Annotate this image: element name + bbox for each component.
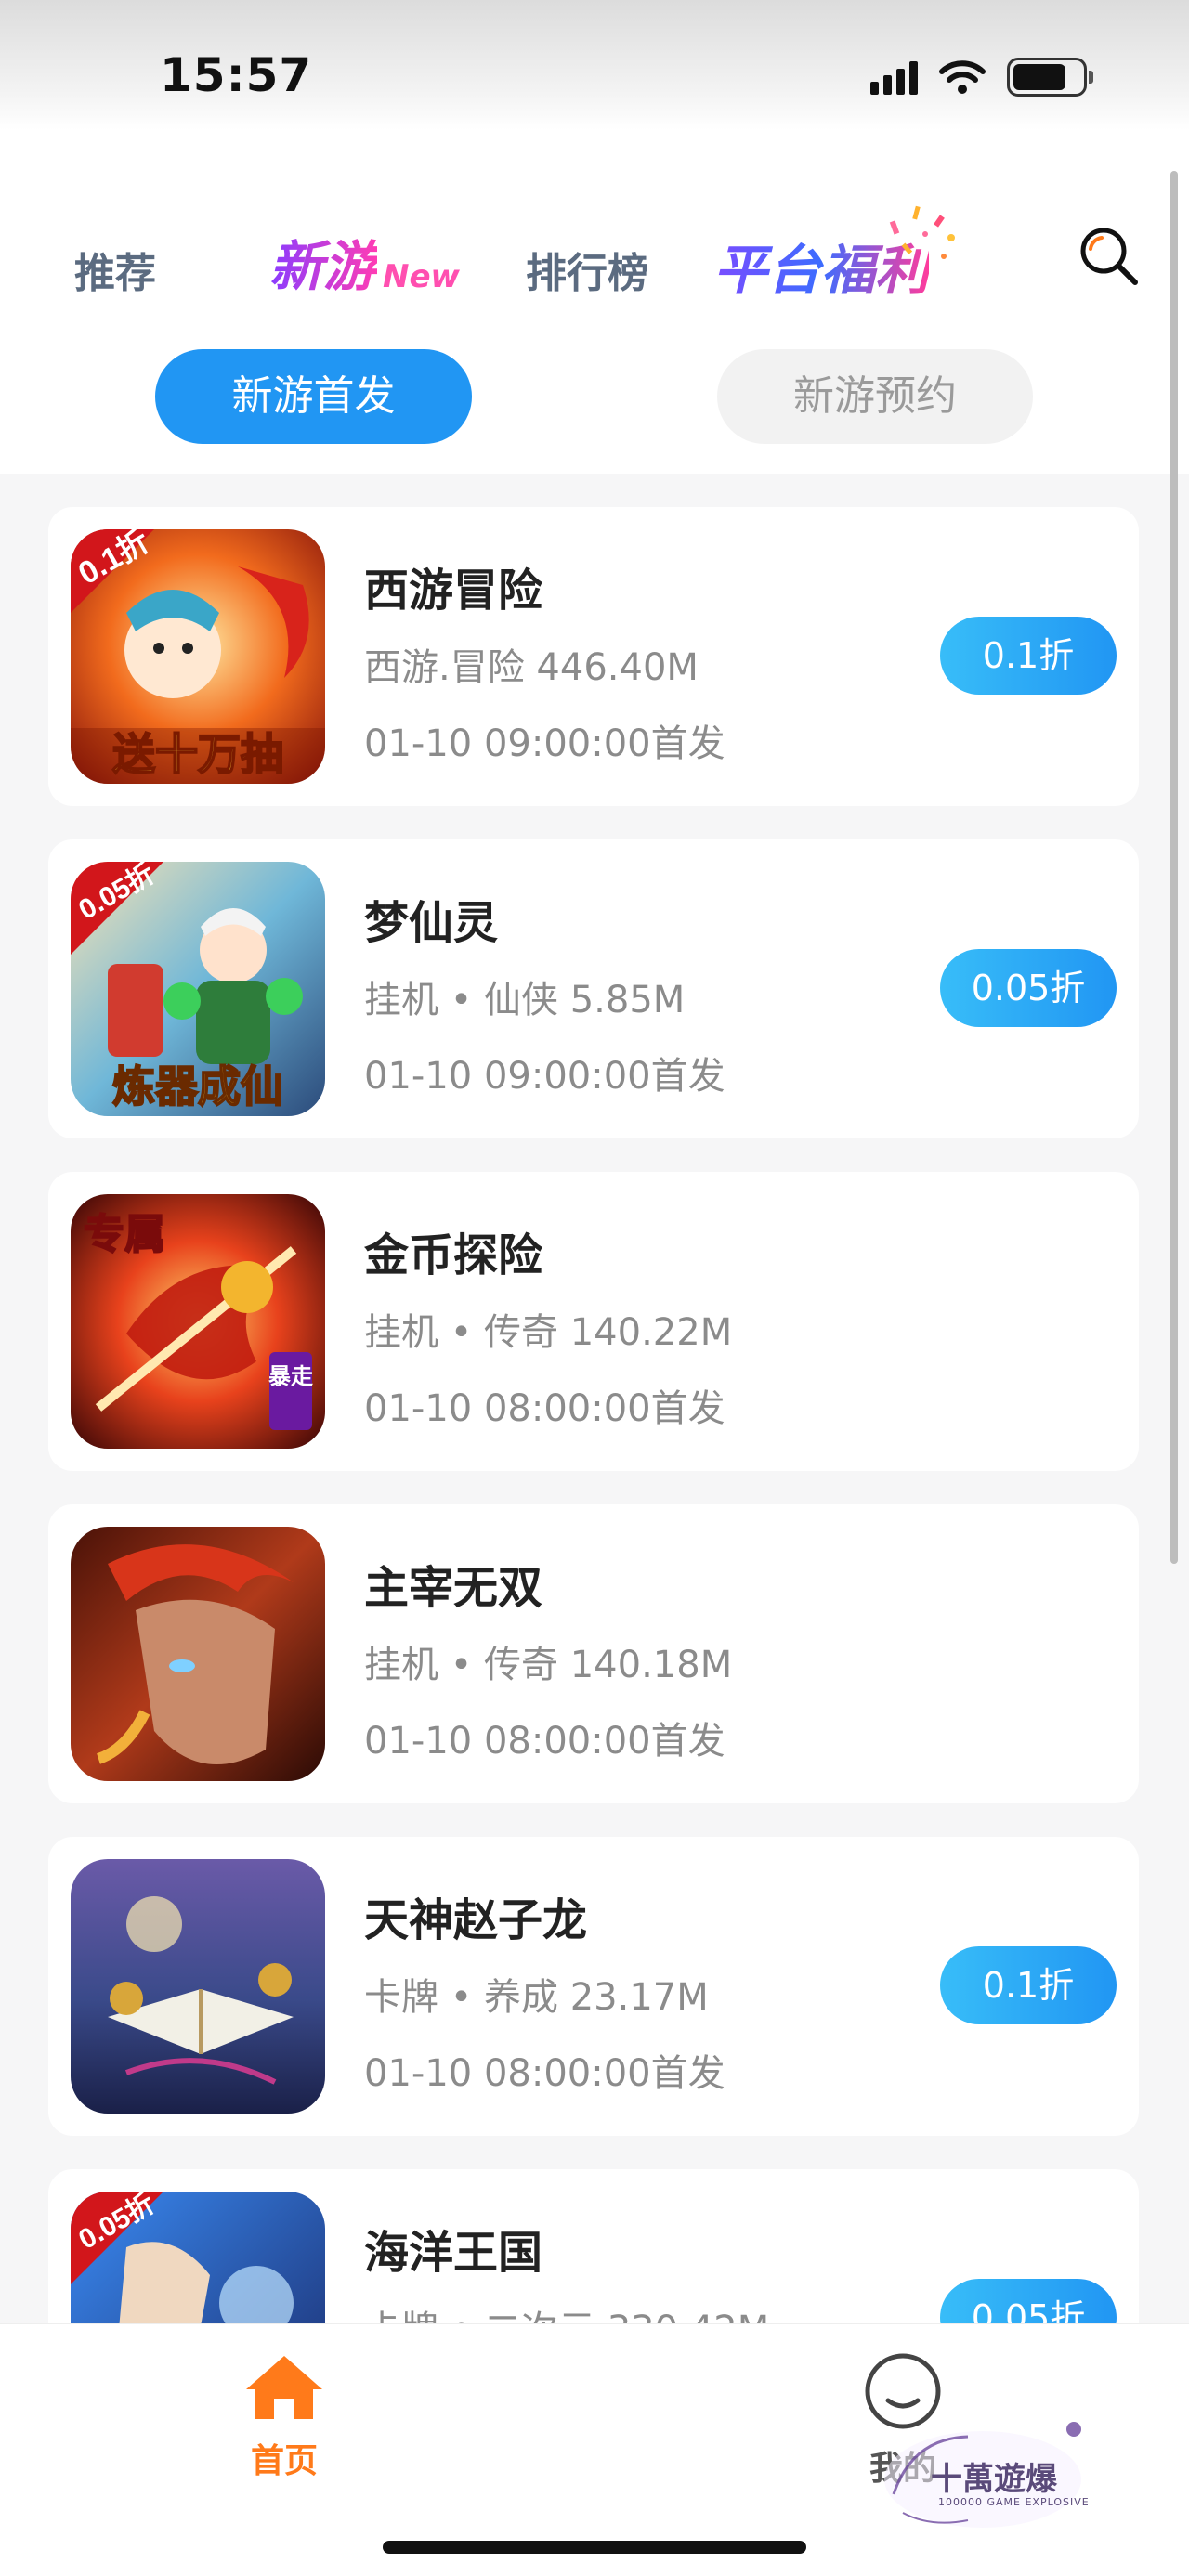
tab-recommend[interactable]: 推荐 <box>74 240 156 299</box>
tab-home-label: 首页 <box>250 2442 318 2480</box>
tab-new-games-label: 新游 <box>269 223 377 301</box>
game-name: 西游冒险 <box>364 565 543 617</box>
wifi-icon <box>939 60 986 94</box>
new-badge: New <box>383 258 460 295</box>
game-name: 金币探险 <box>364 1229 543 1281</box>
discount-button[interactable]: 0.05折 <box>940 949 1117 1027</box>
profile-icon <box>865 2353 941 2429</box>
status-icons <box>870 58 1093 97</box>
game-icon-caption: 暴走 <box>268 1363 313 1389</box>
game-meta: 卡牌 • 养成 23.17M <box>364 1976 709 2019</box>
game-meta: 西游.冒险 446.40M <box>364 646 699 689</box>
game-meta: 挂机 • 传奇 140.22M <box>364 1311 733 1354</box>
search-icon[interactable] <box>1076 223 1141 288</box>
game-card[interactable]: 0.1折 送十万抽 西游冒险 西游.冒险 446.40M 01-10 09:00… <box>48 507 1139 806</box>
game-name: 主宰无双 <box>364 1562 543 1614</box>
game-release-date: 01-10 09:00:00首发 <box>364 722 725 765</box>
discount-button[interactable]: 0.1折 <box>940 1946 1117 2024</box>
scrollbar[interactable] <box>1170 171 1178 1564</box>
game-icon-zhaozilong <box>71 1859 325 2114</box>
game-card[interactable]: 0.05折 炼器成仙 梦仙灵 挂机 • 仙侠 5.85M 01-10 09:00… <box>48 839 1139 1138</box>
status-bar: 15:57 <box>0 0 1189 130</box>
game-icon-xiyou: 0.1折 送十万抽 <box>71 529 325 784</box>
subtab-new-reservation[interactable]: 新游预约 <box>717 349 1033 444</box>
game-icon-badge: 专属 <box>84 1211 165 1258</box>
battery-icon <box>1007 58 1093 97</box>
game-release-date: 01-10 08:00:00首发 <box>364 1387 725 1430</box>
cellular-signal-icon <box>870 59 918 95</box>
game-card[interactable]: 天神赵子龙 卡牌 • 养成 23.17M 01-10 08:00:00首发 0.… <box>48 1837 1139 2136</box>
game-icon-mengxianling: 0.05折 炼器成仙 <box>71 862 325 1116</box>
home-icon <box>246 2356 322 2419</box>
watermark-subtext: 100000 GAME EXPLOSIVE <box>938 2496 1090 2508</box>
game-release-date: 01-10 08:00:00首发 <box>364 2052 725 2095</box>
home-indicator[interactable] <box>383 2541 806 2554</box>
game-icon-caption: 送十万抽 <box>112 729 283 779</box>
game-icon-caption: 炼器成仙 <box>112 1061 283 1112</box>
game-release-date: 01-10 08:00:00首发 <box>364 1720 725 1763</box>
status-time: 15:57 <box>160 48 313 102</box>
app-screen: 15:57 推荐 新游 New 排行榜 平台福利 新游首发 新游预约 0.1折 … <box>0 0 1189 2576</box>
tab-home[interactable]: 首页 <box>191 2352 377 2482</box>
game-name: 梦仙灵 <box>364 897 499 949</box>
game-release-date: 01-10 09:00:00首发 <box>364 1055 725 1098</box>
confetti-icon <box>889 205 955 259</box>
subtab-new-release[interactable]: 新游首发 <box>155 349 472 444</box>
tab-ranking[interactable]: 排行榜 <box>526 240 648 299</box>
game-meta: 挂机 • 传奇 140.18M <box>364 1644 733 1686</box>
header: 推荐 新游 New 排行榜 平台福利 新游首发 新游预约 <box>0 130 1189 474</box>
game-icon-zhuzai <box>71 1527 325 1781</box>
game-icon-jinbi: 专属 暴走 <box>71 1194 325 1449</box>
game-card[interactable]: 主宰无双 挂机 • 传奇 140.18M 01-10 08:00:00首发 <box>48 1504 1139 1803</box>
tab-new-games[interactable]: 新游 New <box>269 223 460 301</box>
game-card[interactable]: 专属 暴走 金币探险 挂机 • 传奇 140.22M 01-10 08:00:0… <box>48 1172 1139 1471</box>
discount-button[interactable]: 0.1折 <box>940 617 1117 695</box>
game-meta: 挂机 • 仙侠 5.85M <box>364 979 686 1021</box>
game-name: 天神赵子龙 <box>364 1894 588 1946</box>
watermark-text: 十萬遊爆 <box>931 2461 1057 2498</box>
game-name: 海洋王国 <box>364 2227 543 2279</box>
